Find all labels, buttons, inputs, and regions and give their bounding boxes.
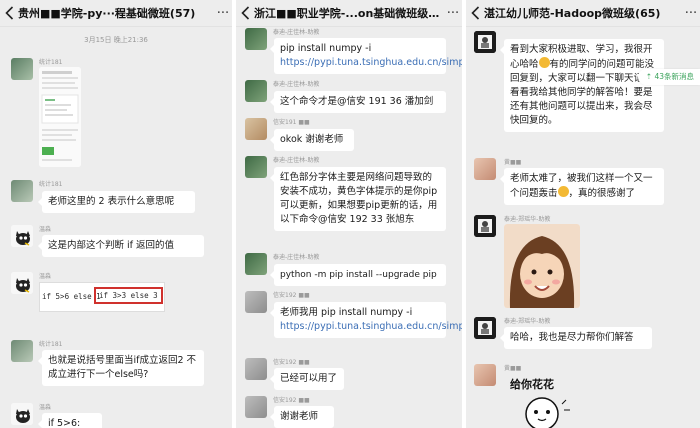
cat-avatar-icon — [11, 403, 33, 425]
chat-title: 浙江■■职业学院-...on基础微班级(109) — [254, 7, 444, 20]
url-link[interactable]: https://pypi.tuna.tsinghua.edu.cn/simple… — [280, 321, 462, 332]
avatar[interactable] — [11, 272, 33, 294]
new-messages-label: 43条新消息 — [654, 72, 694, 81]
avatar[interactable] — [474, 364, 496, 386]
back-arrow-icon[interactable] — [236, 0, 254, 26]
avatar[interactable] — [11, 58, 33, 80]
chat-panel-3: 湛江幼儿师范-Hadoop微班级(65) ··· 看到大家积极进取、学习，我很开… — [466, 0, 700, 428]
message-bubble[interactable]: 看到大家积极进取、学习，我很开心哈哈 有的同学问的问题可能没回复到，大家可以翻一下… — [500, 39, 664, 132]
sender-name: 统计181 — [39, 181, 63, 188]
teacher-avatar-icon — [474, 215, 496, 237]
sender-name: 泰迪-郑瑶华-助教 — [504, 318, 551, 325]
sender-name: 信安192 ■■ — [273, 397, 310, 404]
sender-name: 信安192 ■■ — [273, 359, 310, 366]
sender-name: 温淼 — [39, 273, 52, 280]
message-bubble[interactable]: 谢谢老师 — [270, 406, 334, 428]
flower-sticker-icon — [525, 397, 570, 428]
chat-title: 湛江幼儿师范-Hadoop微班级(65) — [484, 7, 661, 20]
chat-title: 贵州■■学院-py···程基础微班(57) — [18, 7, 196, 20]
message-bubble[interactable]: python -m pip install --upgrade pip — [270, 264, 446, 286]
chat-header: 贵州■■学院-py···程基础微班(57) ··· — [0, 0, 232, 27]
code-image-message[interactable]: if 5>6 else 1 if 3>3 else 3 — [39, 282, 165, 312]
sender-name: 泰迪-庄佳林-助教 — [273, 81, 320, 88]
message-bubble[interactable]: 老师太难了，被我们这样一个又一个问题轰击 ，真的很感谢了 — [500, 168, 664, 205]
code-text: if 5>6 else 1 — [42, 292, 101, 301]
sender-name: 泰迪-庄佳林-助教 — [273, 254, 320, 261]
avatar[interactable] — [245, 253, 267, 275]
grin-emoji-icon — [538, 57, 550, 68]
message-text: ，真的很感谢了 — [568, 188, 636, 199]
message-bubble[interactable]: pip install numpy -i https://pypi.tuna.t… — [270, 38, 462, 74]
image-message[interactable] — [39, 67, 81, 167]
cat-avatar-icon — [11, 272, 33, 294]
chat-area[interactable]: 泰迪-庄佳林-助教 pip install numpy -i https://p… — [236, 27, 462, 428]
chat-panel-1: 贵州■■学院-py···程基础微班(57) ··· 3月15日 晚上21:36 … — [0, 0, 232, 428]
sender-name: 信安191 ■■ — [273, 119, 310, 126]
sender-name: 泰迪-庄佳林-助教 — [273, 157, 320, 164]
avatar[interactable] — [245, 118, 267, 140]
more-options-icon[interactable]: ··· — [444, 0, 462, 26]
teacher-avatar-icon — [474, 317, 496, 339]
image-message[interactable] — [504, 224, 580, 308]
chat-header: 浙江■■职业学院-...on基础微班级(109) ··· — [236, 0, 462, 27]
sweat-emoji-icon — [557, 186, 569, 197]
message-bubble[interactable]: 老师我用 pip install numpy -i https://pypi.t… — [270, 302, 462, 338]
message-bubble[interactable]: okok 谢谢老师 — [270, 129, 354, 151]
avatar[interactable] — [11, 340, 33, 362]
message-bubble[interactable]: 已经可以用了 — [270, 368, 344, 390]
avatar[interactable] — [245, 358, 267, 380]
sender-name: 信安192 ■■ — [273, 292, 310, 299]
highlighted-code: if 3>3 else 3 — [94, 287, 163, 304]
screenshot-thumbnail — [39, 67, 81, 167]
more-options-icon[interactable]: ··· — [214, 0, 232, 26]
message-bubble[interactable]: 老师这里的 2 表示什么意思呢 — [38, 191, 195, 213]
message-bubble[interactable]: 这是内部这个判断 if 返回的值 — [38, 235, 204, 257]
avatar[interactable] — [474, 158, 496, 180]
message-bubble[interactable]: 这个命令才是@信安 191 36 潘加剑 — [270, 91, 446, 113]
back-arrow-icon[interactable] — [466, 0, 484, 26]
chat-panel-2: 浙江■■职业学院-...on基础微班级(109) ··· 泰迪-庄佳林-助教 p… — [236, 0, 462, 428]
sender-name: 泰迪-庄佳林-助教 — [273, 29, 320, 36]
avatar[interactable] — [474, 215, 496, 237]
avatar[interactable] — [245, 28, 267, 50]
sticker-message[interactable]: 给你花花 — [504, 374, 580, 428]
sender-name: 泰迪-郑瑶华-助教 — [504, 216, 551, 223]
message-text: 老师我用 pip install numpy -i — [280, 307, 413, 318]
message-bubble[interactable]: 也就是说括号里面当if成立返回2 不成立进行下一个else吗? — [38, 350, 204, 386]
avatar[interactable] — [474, 31, 496, 53]
sender-name: 统计181 — [39, 59, 63, 66]
timestamp: 3月15日 晚上21:36 — [84, 36, 148, 44]
child-photo — [504, 224, 580, 308]
avatar[interactable] — [245, 156, 267, 178]
message-bubble[interactable]: 红色部分字体主要是网络问题导致的安装不成功，黄色字体提示的是你pip可以更新，如… — [270, 167, 446, 231]
sender-name: 黄■■ — [504, 159, 522, 166]
message-bubble[interactable]: if 5>6: — [38, 413, 102, 428]
back-arrow-icon[interactable] — [0, 0, 18, 26]
url-link[interactable]: https://pypi.tuna.tsinghua.edu.cn/simple… — [280, 57, 462, 68]
sender-name: 温淼 — [39, 226, 52, 233]
avatar[interactable] — [11, 180, 33, 202]
sender-name: 统计181 — [39, 341, 63, 348]
sender-name: 温淼 — [39, 404, 52, 411]
avatar[interactable] — [11, 403, 33, 425]
avatar[interactable] — [245, 80, 267, 102]
chat-area[interactable]: 看到大家积极进取、学习，我很开心哈哈 有的同学问的问题可能没回复到，大家可以翻一下… — [466, 27, 700, 428]
new-messages-badge[interactable]: ⇡ 43条新消息 — [637, 69, 700, 85]
avatar[interactable] — [11, 225, 33, 247]
teacher-avatar-icon — [474, 31, 496, 53]
message-text: pip install numpy -i — [280, 43, 372, 54]
chat-area[interactable]: 3月15日 晚上21:36 统计181 统计181 老师这里的 2 表示什么意思… — [0, 27, 232, 428]
avatar[interactable] — [245, 396, 267, 418]
avatar[interactable] — [474, 317, 496, 339]
more-options-icon[interactable]: ··· — [682, 0, 700, 26]
message-bubble[interactable]: 哈哈，我也是尽力帮你们解答 — [500, 327, 652, 349]
sender-name: 黄■■ — [504, 365, 522, 372]
chat-header: 湛江幼儿师范-Hadoop微班级(65) ··· — [466, 0, 700, 27]
cat-avatar-icon — [11, 225, 33, 247]
avatar[interactable] — [245, 291, 267, 313]
